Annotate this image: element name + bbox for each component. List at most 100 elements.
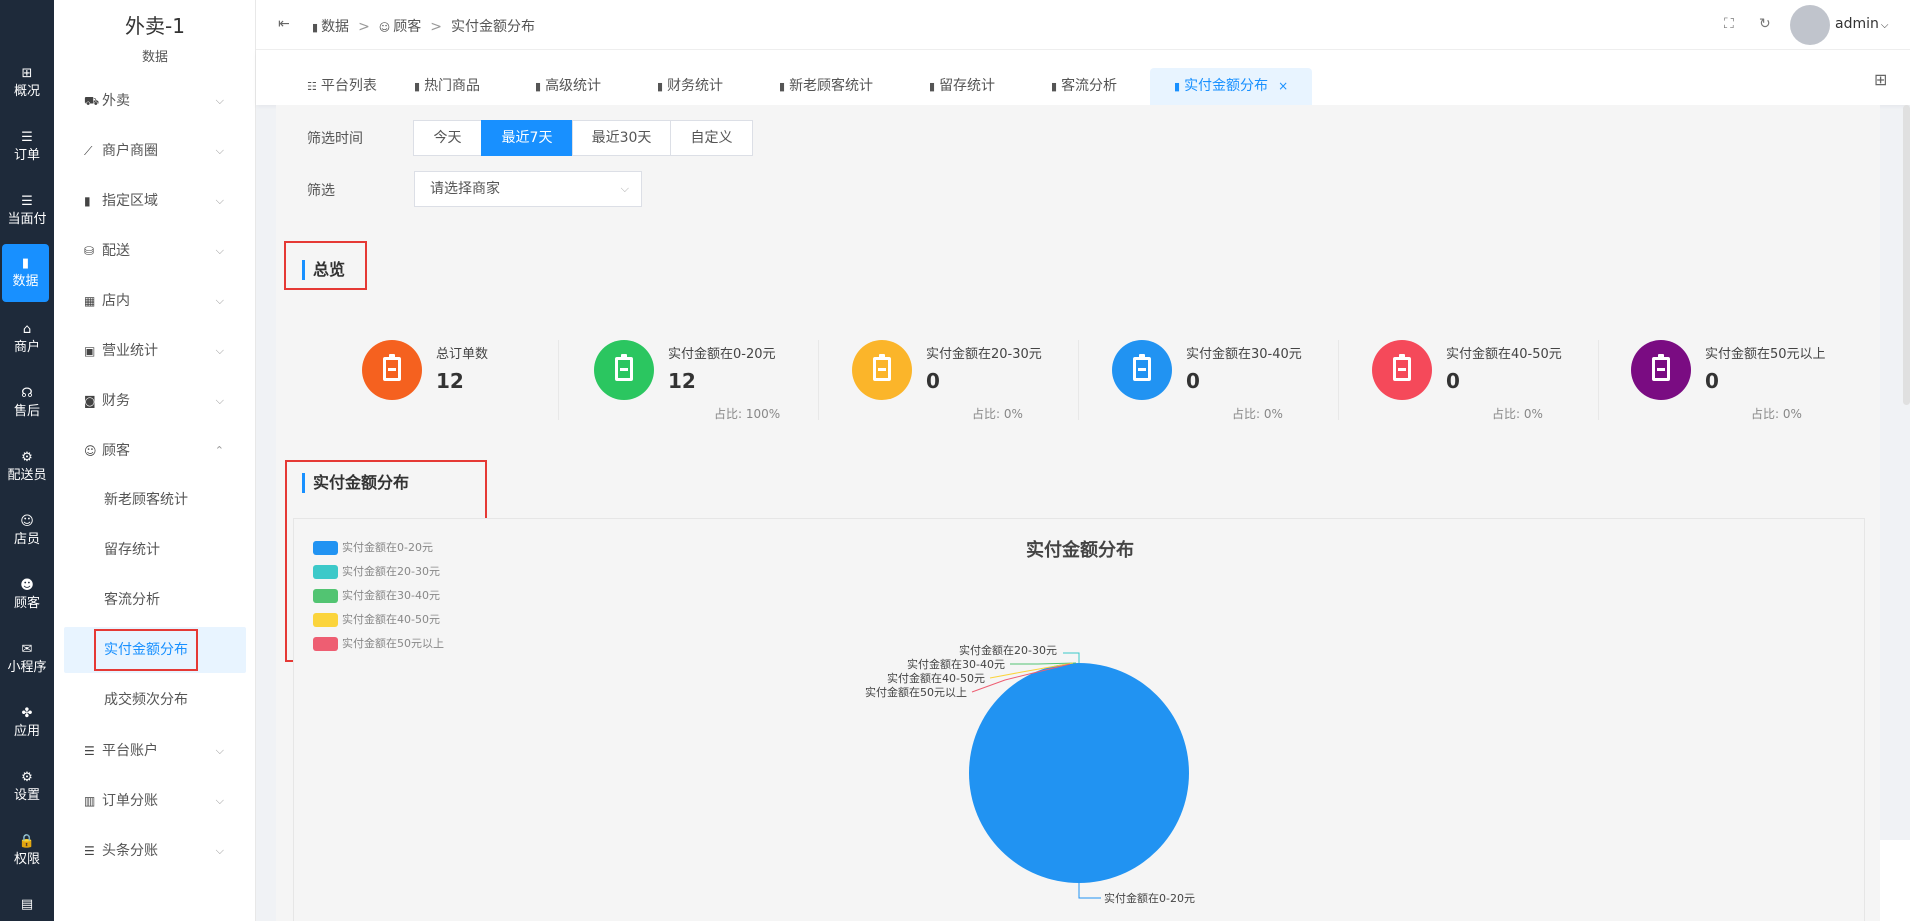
sidebar-menu-item[interactable]: ◙ 财务 ⌵ — [54, 381, 256, 421]
rail-item[interactable]: ⊞ 概况 — [0, 54, 54, 112]
bar-chart-icon: ▮ — [657, 80, 664, 93]
legend-item[interactable]: 实付金额在20-30元 — [313, 563, 440, 579]
sidebar-menu-item[interactable]: ⛁ 配送 ⌵ — [54, 231, 256, 271]
pie-slice[interactable] — [969, 663, 1189, 883]
user-menu[interactable]: admin ⌵ — [1835, 16, 1888, 32]
sidebar: 外卖-1 数据 ⛟ 外卖 ⌵ ⟋ 商户商圈 ⌵ ▮ 指定区域 ⌵ ⛁ 配送 ⌵ ▦ 店内 ⌵ ▣ 营业统计 ⌵ ◙ 财… — [54, 0, 256, 921]
rail-item-label: 售后 — [13, 404, 40, 419]
tab[interactable]: ▮ 热门商品 — [414, 68, 480, 105]
rail-item[interactable]: ☺ 店员 — [0, 502, 54, 560]
chevron-down-icon: ⌵ — [215, 144, 224, 157]
sidebar-menu-item[interactable]: ▦ 店内 ⌵ — [54, 281, 256, 321]
distribution-section-title: 实付金额分布 — [302, 473, 409, 493]
tab[interactable]: ☷ 平台列表 — [307, 68, 377, 105]
rail-item-label: 顾客 — [13, 596, 40, 611]
rail-item[interactable]: ⚙ 配送员 — [0, 438, 54, 496]
rail-item[interactable]: ☊ 售后 — [0, 374, 54, 432]
fullscreen-icon[interactable]: ⛶ — [1724, 16, 1734, 32]
calendar-icon: ▣ — [84, 344, 96, 358]
sidebar-menu-item[interactable]: ▣ 营业统计 ⌵ — [54, 331, 256, 371]
tab[interactable]: ▮ 财务统计 — [657, 68, 723, 105]
sidebar-subitem[interactable]: 新老顾客统计 — [54, 477, 256, 523]
chart-title: 实付金额分布 — [1026, 540, 1134, 561]
rail-item[interactable]: ⌂ 商户 — [0, 310, 54, 368]
merchant-select[interactable]: 请选择商家 ⌵ — [414, 171, 642, 207]
tabs-bar: ⊞ ☷ 平台列表 ▮ 热门商品 ▮ 高级统计 ▮ 财务统计 ▮ 新老顾客统计 ▮ 留存统计 ▮ 客流分析 ▮… — [256, 50, 1910, 105]
bar-chart-icon: ▮ — [779, 80, 786, 93]
sidebar-menu-label: 配送 — [102, 243, 130, 259]
close-icon[interactable]: × — [1278, 79, 1288, 93]
bar-chart-icon: ▮ — [1051, 80, 1058, 93]
scrollbar[interactable] — [1903, 105, 1910, 405]
time-option-button[interactable]: 今天 — [413, 120, 482, 156]
sidebar-menu-item[interactable]: ☰ 平台账户 ⌵ — [54, 731, 256, 771]
customer-icon: ☺ — [378, 21, 391, 34]
time-option-button[interactable]: 最近7天 — [481, 120, 573, 156]
rail-item[interactable]: ☰ 当面付 — [0, 182, 54, 240]
pie-leader-line — [1063, 652, 1080, 663]
rail-item[interactable]: ▤ — [0, 885, 54, 921]
rail-item-label: 当面付 — [7, 212, 47, 227]
tab[interactable]: ▮ 新老顾客统计 — [779, 68, 873, 105]
clipboard-icon — [1112, 340, 1172, 400]
sidebar-menu-item[interactable]: ▮ 指定区域 ⌵ — [54, 181, 256, 221]
rail-item[interactable]: ☻ 顾客 — [0, 566, 54, 624]
stat-percentage: 占比: 0% — [972, 407, 1023, 421]
rail-item[interactable]: ✤ 应用 — [0, 694, 54, 752]
breadcrumb-item-current: 实付金额分布 — [451, 19, 535, 35]
list-icon: ☰ — [21, 130, 33, 145]
breadcrumb-separator: > — [358, 19, 370, 35]
sidebar-subitem-label: 实付金额分布 — [94, 629, 198, 671]
breadcrumb-item-customer[interactable]: 顾客 — [393, 19, 421, 35]
legend-item[interactable]: 实付金额在0-20元 — [313, 539, 433, 555]
sidebar-subitem-label: 新老顾客统计 — [104, 492, 188, 508]
sidebar-menu-item[interactable]: ☺ 顾客 ⌃ — [54, 431, 256, 471]
legend-swatch — [313, 589, 338, 603]
tab[interactable]: ▮ 高级统计 — [535, 68, 601, 105]
sidebar-subitem[interactable]: 实付金额分布 — [64, 627, 246, 673]
refresh-icon[interactable]: ↻ — [1759, 16, 1771, 32]
stat-label: 实付金额在30-40元 — [1186, 347, 1302, 362]
rail-item-label: 概况 — [13, 84, 40, 99]
avatar[interactable] — [1790, 5, 1830, 45]
user-name: admin — [1835, 16, 1879, 32]
breadcrumb-item-data[interactable]: 数据 — [321, 19, 349, 35]
store-icon: ▦ — [84, 294, 96, 308]
rail-item[interactable]: ☰ 订单 — [0, 118, 54, 176]
sidebar-subitem[interactable]: 成交频次分布 — [54, 677, 256, 723]
sidebar-menu-item[interactable]: ☰ 头条分账 ⌵ — [54, 831, 256, 871]
sidebar-subitem[interactable]: 留存统计 — [54, 527, 256, 573]
rail-item-label: 小程序 — [7, 660, 47, 675]
legend-item[interactable]: 实付金额在50元以上 — [313, 635, 444, 651]
page-corner — [1880, 840, 1910, 921]
sidebar-menu-item[interactable]: ▥ 订单分账 ⌵ — [54, 781, 256, 821]
rail-item[interactable]: ⚙ 设置 — [0, 758, 54, 816]
legend-item[interactable]: 实付金额在40-50元 — [313, 611, 440, 627]
time-option-button[interactable]: 最近30天 — [572, 120, 671, 156]
pie-chart: 实付金额在0-20元 实付金额在20-30元实付金额在30-40元实付金额在40-… — [865, 643, 1195, 905]
tab[interactable]: ▮ 客流分析 — [1051, 68, 1117, 105]
legend-label: 实付金额在0-20元 — [342, 541, 433, 554]
stat-value: 12 — [436, 369, 464, 393]
sidebar-subitem[interactable]: 客流分析 — [54, 577, 256, 623]
time-option-button[interactable]: 自定义 — [670, 120, 753, 156]
collapse-sidebar-icon[interactable]: ⇤ — [278, 16, 290, 32]
sidebar-menu-item[interactable]: ⛟ 外卖 ⌵ — [54, 81, 256, 121]
sidebar-menu-label: 头条分账 — [102, 843, 158, 859]
rail-item[interactable]: ✉ 小程序 — [0, 630, 54, 688]
tabs-grid-icon[interactable]: ⊞ — [1874, 70, 1887, 89]
grid-icon: ⊞ — [21, 66, 33, 81]
rail-item[interactable]: 🔒 权限 — [0, 822, 54, 880]
pie-slice-label: 实付金额在30-40元 — [907, 657, 1005, 671]
tab[interactable]: ▮ 留存统计 — [929, 68, 995, 105]
tab-label: 留存统计 — [939, 78, 996, 94]
rail-item[interactable]: ▮ 数据 — [2, 244, 49, 302]
pie-slice-label: 实付金额在50元以上 — [865, 685, 967, 699]
stat-value: 12 — [668, 369, 696, 393]
bag-icon: ⛁ — [84, 244, 95, 258]
legend-item[interactable]: 实付金额在30-40元 — [313, 587, 440, 603]
sidebar-subitem-label: 客流分析 — [104, 592, 160, 608]
tab[interactable]: ▮ 实付金额分布 × — [1150, 68, 1313, 105]
chevron-down-icon: ⌵ — [215, 294, 224, 307]
sidebar-menu-item[interactable]: ⟋ 商户商圈 ⌵ — [54, 131, 256, 171]
